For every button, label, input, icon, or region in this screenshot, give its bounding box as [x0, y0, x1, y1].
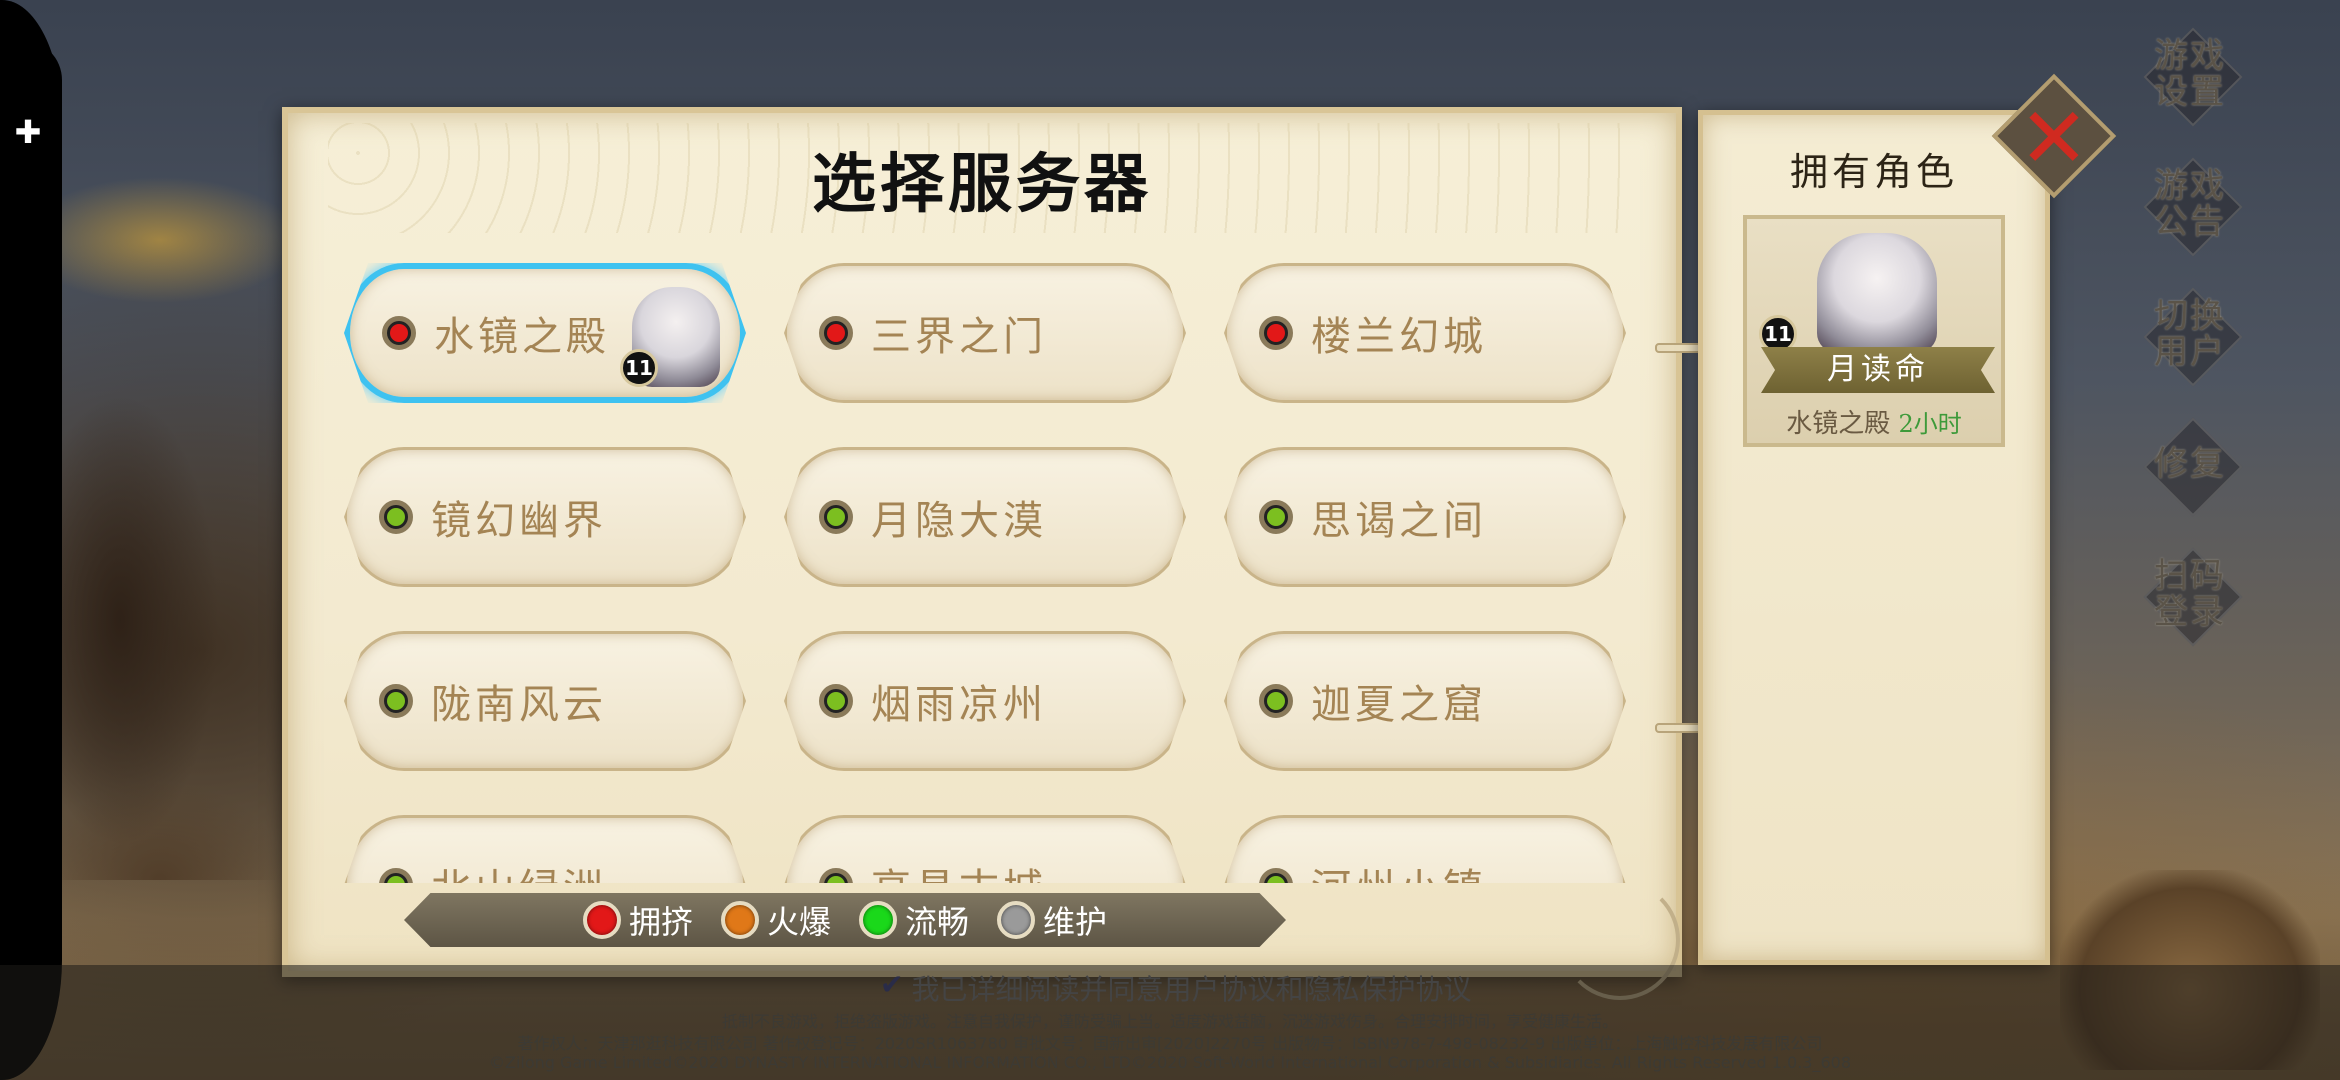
server-name: 迦夏之窟 [1311, 682, 1487, 728]
legend-dot [720, 901, 759, 939]
legend-label: 流畅 [905, 903, 970, 941]
server-card[interactable]: 高昌古城 [784, 815, 1186, 883]
server-card[interactable]: 陇南风云 [344, 631, 746, 771]
side-menu-item[interactable]: 修复 [2140, 410, 2240, 520]
server-status-dot [819, 868, 853, 883]
side-menu-label: 游戏 公告 [2154, 166, 2226, 242]
server-select-panel: 选择服务器 水镜之殿 11 三界之门 楼兰幻城镜幻幽界 月隐大漠 思谒之间陇南风云 烟雨凉州… [282, 107, 1682, 977]
server-card[interactable]: 河州小镇 [1224, 815, 1626, 883]
roles-panel: 拥有角色 11 月读命 水镜之殿 2小时 [1698, 110, 2050, 965]
server-card[interactable]: 镜幻幽界 [344, 447, 746, 587]
agreement-row[interactable]: ✔ 我已详细阅读并同意用户协议和隐私保护协议 [880, 968, 1471, 1008]
server-card[interactable]: 迦夏之窟 [1224, 631, 1626, 771]
role-server-name: 水镜之殿 [1786, 409, 1891, 439]
legend-item: 拥挤 [582, 897, 693, 943]
page-title: 选择服务器 [812, 147, 1152, 222]
roles-title: 拥有角色 [1789, 150, 1958, 194]
side-menu-item[interactable]: 扫码 登录 [2140, 540, 2240, 650]
legend-dot [582, 901, 621, 939]
role-last-login: 2小时 [1898, 410, 1962, 438]
server-status-dot [379, 500, 413, 534]
server-card[interactable]: 三界之门 [784, 263, 1186, 403]
server-name: 水镜之殿 [434, 314, 610, 360]
puzzle-icon[interactable]: ✚ [8, 112, 48, 152]
side-menu-label: 修复 [2154, 444, 2226, 484]
footer-rights: ©Zilong Game Limited©2020 DYNASTY INTERN… [488, 1053, 1852, 1072]
server-name: 思谒之间 [1311, 498, 1487, 544]
legend-item: 火爆 [720, 897, 831, 943]
footer-copyright-info: 著作权人：天津那逛科技有限公司 著作权登记号：2020SR1063780 审批文… [517, 1034, 1823, 1053]
status-legend: 拥挤 火爆 流畅 维护 [404, 893, 1286, 947]
server-name: 三界之门 [871, 314, 1047, 360]
role-card[interactable]: 11 月读命 水镜之殿 2小时 [1743, 215, 2005, 447]
server-status-dot [1259, 316, 1293, 350]
close-icon: ✕ [2018, 89, 2090, 187]
server-name: 镜幻幽界 [431, 498, 607, 544]
server-name: 烟雨凉州 [871, 682, 1047, 728]
side-menu-item[interactable]: 游戏 设置 [2140, 20, 2240, 130]
server-name: 高昌古城 [871, 856, 1047, 883]
server-grid[interactable]: 水镜之殿 11 三界之门 楼兰幻城镜幻幽界 月隐大漠 思谒之间陇南风云 烟雨凉州 迦夏之窟北山… [344, 263, 1634, 883]
server-name: 楼兰幻城 [1311, 314, 1487, 360]
role-portrait [1817, 233, 1937, 353]
server-status-dot [819, 500, 853, 534]
role-name: 月读命 [1761, 347, 1995, 393]
server-status-dot [1259, 868, 1293, 883]
check-icon[interactable]: ✔ [880, 968, 903, 1008]
legend-label: 火爆 [766, 903, 831, 941]
server-card[interactable]: 月隐大漠 [784, 447, 1186, 587]
legend-dot [859, 901, 897, 939]
legend-label: 拥挤 [628, 903, 693, 941]
agreement-text[interactable]: 我已详细阅读并同意用户协议和隐私保护协议 [911, 968, 1471, 1008]
server-card[interactable]: 烟雨凉州 [784, 631, 1186, 771]
legend-item: 流畅 [859, 897, 969, 943]
server-role-level-badge: 11 [620, 349, 658, 387]
side-menu-label: 扫码 登录 [2154, 556, 2226, 632]
server-name: 陇南风云 [431, 682, 607, 728]
server-name: 北山绿洲 [431, 856, 607, 883]
server-name: 月隐大漠 [871, 498, 1047, 544]
left-floating-bar: ✚ [0, 0, 62, 1080]
legend-dot [997, 901, 1036, 939]
server-status-dot [819, 684, 853, 718]
server-name: 河州小镇 [1311, 856, 1487, 883]
server-status-dot [382, 316, 416, 350]
server-card[interactable]: 思谒之间 [1224, 447, 1626, 587]
server-status-dot [379, 684, 413, 718]
role-server-info: 水镜之殿 2小时 [1747, 403, 2001, 440]
server-status-dot [1259, 684, 1293, 718]
server-card[interactable]: 水镜之殿 11 [344, 263, 746, 403]
server-status-dot [819, 316, 853, 350]
side-menu-item[interactable]: 游戏 公告 [2140, 150, 2240, 260]
server-status-dot [1259, 500, 1293, 534]
side-menu-item[interactable]: 切换 用户 [2140, 280, 2240, 390]
side-menu-label: 切换 用户 [2154, 296, 2226, 372]
server-card[interactable]: 北山绿洲 [344, 815, 746, 883]
server-status-dot [379, 868, 413, 883]
legend-item: 维护 [997, 897, 1107, 943]
legend-label: 维护 [1043, 903, 1108, 941]
side-menu-label: 游戏 设置 [2154, 36, 2226, 112]
server-card[interactable]: 楼兰幻城 [1224, 263, 1626, 403]
footer-health-notice: 抵制不良游戏，拒绝盗版游戏。注意自我保护，谨防受骗上当。适度游戏益脑，沉迷游戏伤… [721, 1012, 1618, 1031]
